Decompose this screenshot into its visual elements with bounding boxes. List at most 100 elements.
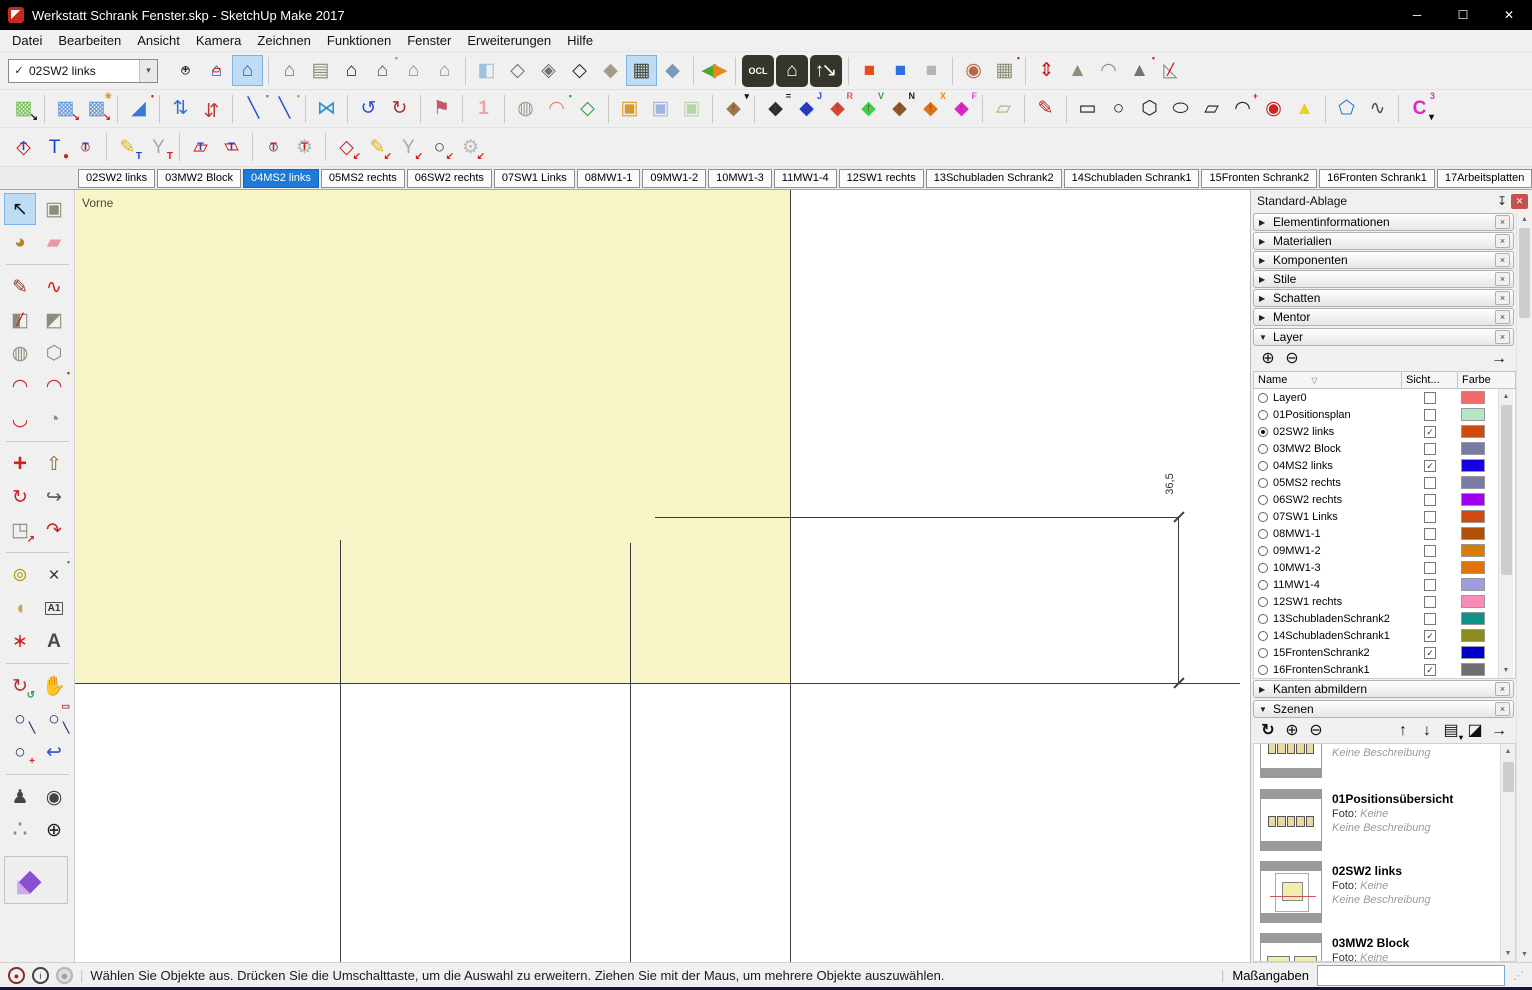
layer-radio[interactable] [1258,393,1268,403]
layer-color-swatch[interactable] [1461,561,1485,574]
scenes-scroll-down-icon[interactable]: ▼ [1501,946,1515,961]
pushup-n-icon[interactable]: ◆↑N [884,93,915,124]
layer-radio[interactable] [1258,495,1268,505]
layer-details-menu-icon[interactable]: → [1488,348,1510,370]
layer-list-scrollbar[interactable]: ▲ ▼ [1498,389,1513,678]
paper-circle-points-icon[interactable]: ◉ [1258,93,1289,124]
view-back-icon[interactable]: ⌂▪ [367,55,398,86]
text-tool[interactable]: A1 [38,592,70,624]
section-elementinformationen[interactable]: ▶Elementinformationen× [1253,213,1514,231]
layer-row-07sw1-links[interactable]: 07SW1 Links [1254,508,1498,525]
layer-visible-checkbox[interactable] [1424,494,1436,506]
smoove-icon[interactable]: ⇕ [1031,55,1062,86]
stamp-icon[interactable]: ▲ [1062,55,1093,86]
style-wireframe-icon[interactable]: ◇ [502,55,533,86]
model-viewport[interactable]: Vorne 36,5 [75,190,1250,962]
menu-kamera[interactable]: Kamera [188,32,250,49]
scene-add-icon[interactable]: ⊕ [1281,720,1303,742]
paper-pencil-icon[interactable]: ✎ [1030,93,1061,124]
pushup-brown-icon[interactable]: ◆↑▾ [718,93,749,124]
scene-tab-13schubladen-schrank2[interactable]: 13Schubladen Schrank2 [926,169,1062,188]
arc-tool[interactable]: ◠ [4,370,36,402]
section-close-icon[interactable]: × [1495,234,1510,248]
tray-close-icon[interactable]: ✕ [1511,194,1528,209]
layer-visible-checkbox[interactable]: ✓ [1424,664,1436,676]
plugin-export-icon[interactable]: ▩↘ [50,93,81,124]
layer-visible-checkbox[interactable] [1424,443,1436,455]
view-iso-icon[interactable]: ⌂ [274,55,305,86]
scene-tab-15fronten-schrank2[interactable]: 15Fronten Schrank2 [1201,169,1317,188]
section-close-icon[interactable]: × [1495,330,1510,344]
scene-tab-03mw2-block[interactable]: 03MW2 Block [157,169,241,188]
label-card-up-icon[interactable]: ▱T [185,132,216,163]
menu-ansicht[interactable]: Ansicht [129,32,188,49]
tray-scroll-thumb[interactable] [1519,228,1530,318]
scene-tab-16fronten-schrank1[interactable]: 16Fronten Schrank1 [1319,169,1435,188]
rectangle-tool[interactable]: ◧╱ [4,304,36,336]
layer-visible-checkbox[interactable] [1424,562,1436,574]
paper-blank-icon[interactable]: ▱ [988,93,1019,124]
scenes-scrollbar[interactable]: ▲ ▼ [1500,744,1515,961]
scene-item-01positions-bersicht[interactable]: 01PositionsübersichtFoto: KeineKeine Bes… [1254,784,1500,856]
layer-row-14schubladenschrank1[interactable]: 14SchubladenSchrank1✓ [1254,627,1498,644]
layer-color-swatch[interactable] [1461,425,1485,438]
label-card-down-icon[interactable]: ▱T [216,132,247,163]
paper-cone-icon[interactable]: ▲ [1289,93,1320,124]
previous-view-tool[interactable]: ↩ [38,736,70,768]
layer-color-swatch[interactable] [1461,646,1485,659]
scene-tab-02sw2-links[interactable]: 02SW2 links [78,169,155,188]
layer-row-13schubladenschrank2[interactable]: 13SchubladenSchrank2 [1254,610,1498,627]
layer-radio[interactable] [1258,597,1268,607]
paint-bucket-tool[interactable]: ◕ [4,226,36,258]
layer-visible-checkbox[interactable] [1424,511,1436,523]
layer-row-01positionsplan[interactable]: 01Positionsplan [1254,406,1498,423]
view-left-icon[interactable]: ⌂ [398,55,429,86]
label-find-icon[interactable]: ○T [258,132,289,163]
paper-parallelogram-icon[interactable]: ▱ [1196,93,1227,124]
edge-vertical-1[interactable] [340,540,341,962]
layer-color-swatch[interactable] [1461,391,1485,404]
menu-hilfe[interactable]: Hilfe [559,32,601,49]
scenes-scroll-up-icon[interactable]: ▲ [1501,744,1515,759]
sandbox-from-scratch-icon[interactable]: ▦▪ [989,55,1020,86]
scene-tab-08mw1-1[interactable]: 08MW1-1 [577,169,641,188]
layer-radio[interactable] [1258,631,1268,641]
layer-color-swatch[interactable] [1461,663,1485,676]
label-arrow-diamond-icon[interactable]: ◇↙ [331,132,362,163]
sandbox-from-contours-icon[interactable]: ◉ [958,55,989,86]
scene-tab-06sw2-rechts[interactable]: 06SW2 rechts [407,169,492,188]
menu-datei[interactable]: Datei [4,32,50,49]
zoom-window-tool[interactable]: ○╲▭ [38,703,70,735]
layer-color-swatch[interactable] [1461,578,1485,591]
scene-update-icon[interactable]: ↻ [1257,720,1279,742]
layer-row-02sw2-links[interactable]: 02SW2 links✓ [1254,423,1498,440]
scene-tab-05ms2-rechts[interactable]: 05MS2 rechts [321,169,405,188]
move-tool[interactable]: + [4,448,36,480]
scene-tab-12sw1-rechts[interactable]: 12SW1 rechts [839,169,924,188]
ball-arc-icon[interactable]: ◠▪ [541,93,572,124]
edge-vertical-2[interactable] [630,543,631,962]
layer-column-color[interactable]: Farbe [1458,372,1498,388]
scene-move-up-icon[interactable]: ↑ [1392,720,1414,742]
swap-down-up-icon[interactable]: ⇅ [196,93,227,124]
label-diamond-icon[interactable]: ◇T [8,132,39,163]
section-kanten-abmildern[interactable]: ▶Kanten abmildern× [1253,680,1514,698]
face-front-red-house-icon[interactable]: ⌂▱ [201,55,232,86]
paper-rectangle-icon[interactable]: ▭ [1072,93,1103,124]
pie-tool[interactable]: ◔ [38,403,70,435]
layer-row-12sw1-rechts[interactable]: 12SW1 rechts [1254,593,1498,610]
layer-color-swatch[interactable] [1461,442,1485,455]
style-back-edges-icon[interactable]: ◈ [533,55,564,86]
layer-visible-checkbox[interactable] [1424,392,1436,404]
swap-up-down-icon[interactable]: ⇅ [165,93,196,124]
label-wrench-icon[interactable]: YT [143,132,174,163]
section-komponenten[interactable]: ▶Komponenten× [1253,251,1514,269]
add-detail-icon[interactable]: ▲• [1124,55,1155,86]
layer-row-layer0[interactable]: Layer0 [1254,389,1498,406]
curve-blue-arrow-icon[interactable]: ↺ [353,93,384,124]
rotated-rectangle-tool[interactable]: ◩ [38,304,70,336]
compass-icon[interactable]: ○+ [170,55,201,86]
label-arrow-pencil-icon[interactable]: ✎↙ [362,132,393,163]
layer-color-swatch[interactable] [1461,612,1485,625]
circle-tool[interactable]: ◍ [4,337,36,369]
